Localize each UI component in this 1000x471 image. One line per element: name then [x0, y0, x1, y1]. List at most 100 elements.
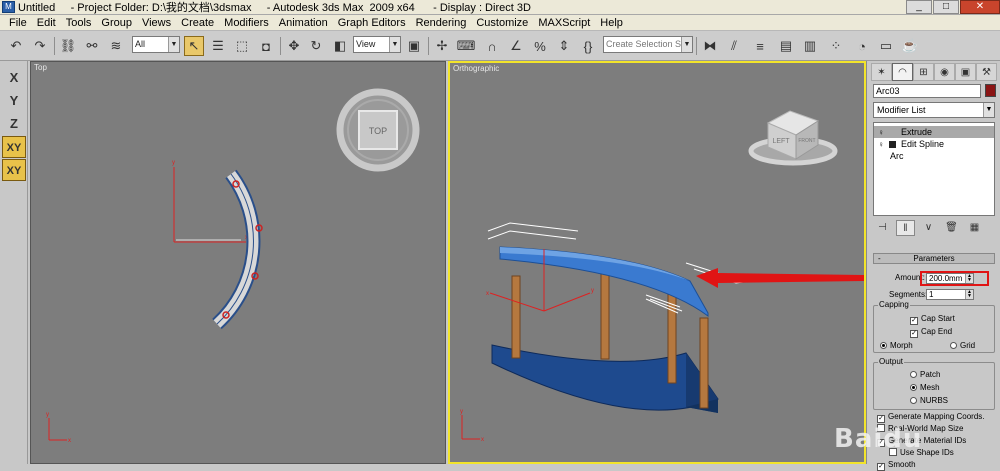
constrain-xy-button[interactable]: XY [2, 136, 26, 158]
object-name-field[interactable]: Arc03 [873, 84, 981, 98]
remove-modifier-icon[interactable]: 🗑 [942, 220, 961, 236]
pin-stack-icon[interactable]: ⊣ [873, 220, 892, 236]
generate-mapping-checkbox[interactable]: ✓ Generate Mapping Coords. [877, 412, 985, 423]
select-and-rotate-button[interactable]: ↻ [306, 35, 326, 57]
make-unique-icon[interactable]: ∨ [919, 220, 938, 236]
viewcube[interactable]: TOP [336, 88, 420, 172]
display-tab[interactable]: ▣ [955, 63, 976, 81]
menu-file[interactable]: File [4, 17, 32, 29]
mirror-button[interactable]: ⧓ [700, 35, 720, 57]
reference-coord-dropdown[interactable]: View ▼ [353, 36, 401, 53]
parameters-rollout-header[interactable]: - Parameters [873, 253, 995, 264]
select-and-move-button[interactable]: ✥ [284, 35, 304, 57]
menu-views[interactable]: Views [137, 17, 176, 29]
stack-item-arc[interactable]: Arc [874, 150, 994, 162]
top-viewport[interactable]: Top TOP y x y x [30, 61, 446, 464]
menu-create[interactable]: Create [176, 17, 219, 29]
menu-tools[interactable]: Tools [61, 17, 97, 29]
segments-spinner[interactable]: 1 ▲ ▼ [926, 289, 974, 300]
bind-space-warp-button[interactable]: ≋ [106, 35, 126, 57]
quick-render-button[interactable]: ☕ [900, 35, 920, 57]
motion-tab[interactable]: ◉ [934, 63, 955, 81]
modifier-list-dropdown[interactable]: Modifier List ▼ [873, 102, 995, 118]
keyboard-icon: ⌨ [456, 38, 476, 53]
smooth-checkbox[interactable]: ✓ Smooth [877, 460, 916, 471]
render-setup-button[interactable]: ◔ [852, 35, 872, 57]
cap-end-checkbox[interactable]: ✓ Cap End [910, 327, 952, 338]
menu-edit[interactable]: Edit [32, 17, 61, 29]
checkmark-icon: ✓ [877, 415, 885, 423]
object-color-swatch[interactable] [985, 84, 996, 97]
angle-snap-toggle[interactable]: ∠ [506, 35, 526, 57]
constrain-y-button[interactable]: Y [2, 90, 26, 112]
keyboard-shortcut-toggle[interactable]: ⌨ [456, 35, 476, 57]
modify-tab[interactable]: ◠ [892, 63, 913, 81]
layer-manager-button[interactable]: ≡ [750, 35, 770, 57]
patch-radio[interactable]: Patch [910, 370, 940, 380]
spinner-arrows-icon[interactable]: ▲ ▼ [965, 290, 973, 299]
select-manipulate-button[interactable]: ✢ [432, 35, 452, 57]
close-button[interactable]: ✕ [960, 0, 1000, 14]
command-panel: ✶ ◠ ⊞ ◉ ▣ ⚒ Arc03 Modifier List ▼ ♀ Extru… [866, 61, 1000, 471]
radio-icon [910, 371, 917, 378]
show-end-result-icon[interactable]: ‖ [896, 220, 915, 236]
constrain-x-button[interactable]: X [2, 67, 26, 89]
redo-button[interactable]: ↷ [30, 35, 50, 57]
menu-customize[interactable]: Customize [471, 17, 533, 29]
modify-icon: ◠ [898, 66, 907, 78]
3dsmax-app-icon[interactable]: M [2, 1, 15, 13]
select-and-scale-button[interactable]: ◧ [330, 35, 350, 57]
stack-toolbar: ⊣ ‖ ∨ 🗑 ▦ [873, 218, 995, 238]
expand-icon[interactable] [889, 141, 896, 148]
utilities-tab[interactable]: ⚒ [976, 63, 997, 81]
select-by-name-button[interactable]: ☰ [208, 35, 228, 57]
align-icon: ⫽ [731, 38, 737, 53]
edit-named-selection-button[interactable]: {} [578, 35, 598, 57]
menu-graph-editors[interactable]: Graph Editors [333, 17, 411, 29]
named-selection-set-dropdown[interactable]: Create Selection Set ▼ [603, 36, 693, 53]
snaps-toggle[interactable]: ∩ [482, 35, 502, 57]
arc-shape[interactable] [212, 169, 263, 330]
menu-animation[interactable]: Animation [274, 17, 333, 29]
menu-maxscript[interactable]: MAXScript [533, 17, 595, 29]
schematic-view-button[interactable]: ▥ [800, 35, 820, 57]
curve-editor-icon: ▤ [779, 38, 793, 53]
undo-button[interactable]: ↶ [6, 35, 26, 57]
spinner-snap-toggle[interactable]: ⇕ [554, 35, 574, 57]
unlink-button[interactable]: ⚯ [82, 35, 102, 57]
rendered-frame-window-button[interactable]: ▭ [876, 35, 896, 57]
menu-modifiers[interactable]: Modifiers [219, 17, 274, 29]
select-and-link-button[interactable]: ⛓ [58, 35, 78, 57]
cap-start-checkbox[interactable]: ✓ Cap Start [910, 314, 955, 325]
menu-group[interactable]: Group [96, 17, 137, 29]
hierarchy-tab[interactable]: ⊞ [913, 63, 934, 81]
select-object-button[interactable]: ↖ [184, 35, 204, 57]
menu-rendering[interactable]: Rendering [411, 17, 472, 29]
stack-item-edit-spline[interactable]: ♀ Edit Spline [874, 138, 994, 150]
rectangular-selection-button[interactable]: ⬚ [232, 35, 252, 57]
orthographic-viewport[interactable]: Orthographic LEFT FRONT x y y x [448, 61, 866, 464]
minimize-button[interactable]: _ [906, 0, 932, 14]
align-button[interactable]: ⫽ [724, 35, 744, 57]
curve-editor-button[interactable]: ▤ [776, 35, 796, 57]
constrain-z-button[interactable]: Z [2, 113, 26, 135]
nurbs-radio[interactable]: NURBS [910, 396, 948, 406]
move-icon: ✥ [288, 38, 300, 53]
morph-radio[interactable]: Morph [880, 341, 913, 351]
percent-snap-toggle[interactable]: % [530, 35, 550, 57]
grid-radio[interactable]: Grid [950, 341, 975, 351]
modifier-stack[interactable]: ♀ Extrude ♀ Edit Spline Arc [873, 122, 995, 216]
viewcube-top-label: TOP [369, 126, 387, 136]
stack-item-extrude[interactable]: ♀ Extrude [874, 126, 994, 138]
selection-filter-dropdown[interactable]: All ▼ [132, 36, 180, 53]
configure-sets-icon[interactable]: ▦ [965, 220, 984, 236]
mesh-radio[interactable]: Mesh [910, 383, 940, 393]
constrain-plane-toggle[interactable]: XY [2, 159, 26, 181]
create-tab[interactable]: ✶ [871, 63, 892, 81]
menu-help[interactable]: Help [595, 17, 628, 29]
pivot-center-button[interactable]: ▣ [404, 35, 424, 57]
material-editor-button[interactable]: ⁘ [826, 35, 846, 57]
viewcube[interactable]: LEFT FRONT [748, 110, 838, 166]
window-crossing-button[interactable]: ◘ [256, 35, 276, 57]
maximize-button[interactable]: □ [933, 0, 959, 14]
